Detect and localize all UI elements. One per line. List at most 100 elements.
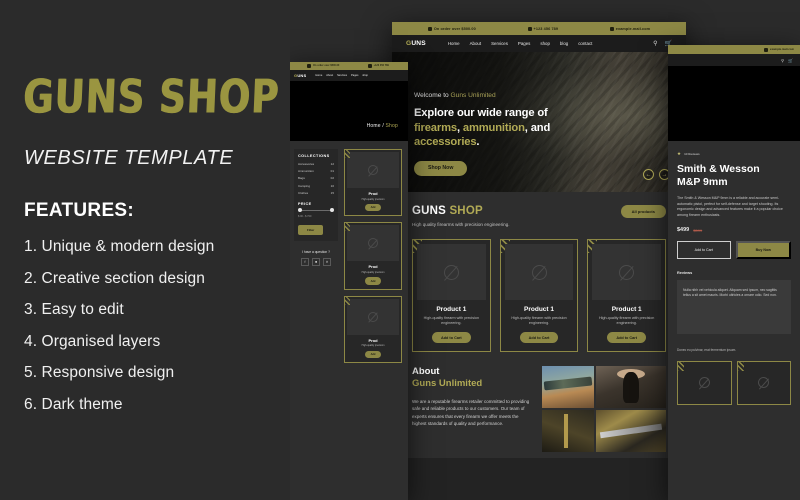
screenshot-stage: GUNS SHOP WEBSITE TEMPLATE FEATURES: 1. … <box>0 0 800 500</box>
about-title: About <box>412 366 440 377</box>
navbar: GUNS Home About Services Pages shop blog… <box>392 35 686 52</box>
image-placeholder-icon <box>531 264 547 280</box>
product-card[interactable]: Product 1 High-quality firearm with prec… <box>587 239 667 352</box>
add-to-cart-button[interactable]: Add <box>364 350 382 359</box>
cart-icon[interactable]: 🛒 <box>788 58 793 63</box>
nav-link-services[interactable]: Services <box>337 74 347 77</box>
product-image <box>504 244 574 300</box>
brand-logo[interactable]: GUNS <box>294 73 306 78</box>
product-name: Product 1 <box>524 306 554 313</box>
product-card[interactable]: Product 1 High-quality firearm with prec… <box>412 239 491 352</box>
search-icon[interactable]: ⚲ <box>653 40 657 47</box>
image-placeholder-icon <box>698 377 710 389</box>
product-grid: Product 1 High-quality firearm with prec… <box>412 239 667 352</box>
shop-section: GUNS SHOP High quality firearms with pre… <box>392 192 686 458</box>
related-product-card[interactable] <box>736 360 791 405</box>
nav-link-contact[interactable]: contact <box>578 41 592 46</box>
product-card[interactable]: Prod High-quality precision Add <box>344 295 402 364</box>
nav-link-shop[interactable]: shop <box>362 74 368 77</box>
promo-panel: GUNS SHOP WEBSITE TEMPLATE FEATURES: 1. … <box>0 0 290 500</box>
related-product-card[interactable] <box>677 360 732 405</box>
add-to-cart-button[interactable]: Add <box>364 203 382 212</box>
product-actions: Add to Cart Buy Now <box>677 241 791 260</box>
price-slider-min-handle[interactable] <box>298 208 302 213</box>
topbar-phone: +123 456 789 <box>527 26 559 31</box>
shop-body: COLLECTIONS Accessories 12 Ammunition 01 B… <box>288 141 408 500</box>
product-image <box>347 298 399 335</box>
topbar: On order over $500.00 +123 456 789 examp… <box>392 22 686 35</box>
filter-row[interactable]: Clothes 15 <box>298 191 334 195</box>
brand-logo[interactable]: GUNS <box>406 40 426 47</box>
hero-headline: Explore our wide range of firearms, ammu… <box>414 107 551 149</box>
nav-link-about[interactable]: About <box>470 41 481 46</box>
add-to-cart-button[interactable]: Add to Cart <box>519 332 559 343</box>
about-section: About Guns Unlimited We are a reputable … <box>412 366 666 458</box>
image-placeholder-icon <box>368 238 378 249</box>
product-image <box>592 244 662 300</box>
product-name: Prod <box>368 191 378 196</box>
about-image <box>542 366 594 408</box>
about-image <box>542 410 594 452</box>
image-placeholder-icon <box>368 165 378 175</box>
filter-row[interactable]: Ammunition 01 <box>298 169 334 173</box>
tag-icon <box>307 64 312 68</box>
all-products-button[interactable]: All products <box>620 205 666 218</box>
topbar-email: example.mail.com <box>764 47 794 52</box>
product-card[interactable]: Product 1 High-quality firearm with prec… <box>499 239 579 352</box>
topbar-offer: On order over $500.00 <box>427 26 476 31</box>
price-title: PRICE <box>298 201 312 206</box>
product-name: Prod <box>368 264 378 270</box>
shop-now-button[interactable]: Shop Now <box>414 160 468 176</box>
search-icon[interactable]: ⚲ <box>781 58 784 63</box>
hero-welcome: Welcome to Guns Unlimited <box>414 92 496 99</box>
filter-row[interactable]: Accessories 12 <box>298 162 334 166</box>
hero-carousel-controls: ← → <box>643 169 670 180</box>
price-slider[interactable] <box>298 208 334 213</box>
product-footer-text: Donec eu pulvinar, erat fermentum ipsum. <box>677 348 737 353</box>
nav-link-services[interactable]: Services <box>491 41 508 46</box>
review-text: Nulla nibh vel vehicula aliquet. Aliquam… <box>683 288 777 298</box>
list-item: 5. Responsive design <box>24 364 175 381</box>
product-description: The Smith & Wesson M&P 9mm is a reliable… <box>677 196 783 217</box>
product-hero-image <box>668 66 800 141</box>
buy-now-button[interactable]: Buy Now <box>735 241 791 260</box>
product-card[interactable]: Prod High-quality precision Add <box>344 222 402 290</box>
image-placeholder-icon <box>619 264 635 280</box>
arrow-left-icon[interactable]: ← <box>643 169 654 180</box>
breadcrumb: Home / Shop <box>366 123 398 129</box>
add-to-cart-button[interactable]: Add to Cart <box>432 332 471 343</box>
social-links: f ■ ✕ <box>294 257 338 266</box>
nav-link-shop[interactable]: shop <box>540 41 550 46</box>
nav-link-pages[interactable]: Pages <box>351 74 358 77</box>
topbar-email: example.mail.com <box>609 26 650 31</box>
nav-link-blog[interactable]: blog <box>560 41 568 46</box>
product-name: Product 1 <box>436 306 467 313</box>
add-to-cart-button[interactable]: Add to Cart <box>607 332 647 343</box>
add-to-cart-button[interactable]: Add to Cart <box>677 241 731 260</box>
price-original: $599 <box>693 227 703 233</box>
filter-row[interactable]: Camping 10 <box>298 184 334 188</box>
product-image <box>347 152 399 188</box>
add-to-cart-button[interactable]: Add <box>364 277 382 285</box>
collections-title: COLLECTIONS <box>298 154 330 158</box>
instagram-icon[interactable]: ■ <box>312 257 320 266</box>
about-text: About Guns Unlimited We are a reputable … <box>412 366 532 452</box>
product-desc: High-quality firearm with precision engi… <box>511 316 567 325</box>
filters-sidebar: COLLECTIONS Accessories 12 Ammunition 01 B… <box>294 149 338 492</box>
image-placeholder-icon <box>443 264 459 280</box>
nav-link-pages[interactable]: Pages <box>518 41 530 46</box>
product-image <box>347 225 399 262</box>
product-desc: High-quality firearm with precision engi… <box>599 316 655 325</box>
nav-link-home[interactable]: Home <box>448 41 460 46</box>
facebook-icon[interactable]: f <box>301 257 309 266</box>
product-card[interactable]: Prod High-quality precision Add <box>344 149 402 217</box>
filter-button[interactable]: Filter <box>298 224 324 235</box>
page-banner: Home / Shop <box>288 81 408 141</box>
product-price: $499 $599 <box>677 227 791 233</box>
twitter-icon[interactable]: ✕ <box>323 257 331 266</box>
about-image-grid <box>542 366 666 452</box>
price-slider-max-handle[interactable] <box>330 208 334 213</box>
filter-row[interactable]: Bags 02 <box>298 176 334 180</box>
nav-link-about[interactable]: About <box>326 74 333 77</box>
nav-link-home[interactable]: Home <box>315 74 322 77</box>
